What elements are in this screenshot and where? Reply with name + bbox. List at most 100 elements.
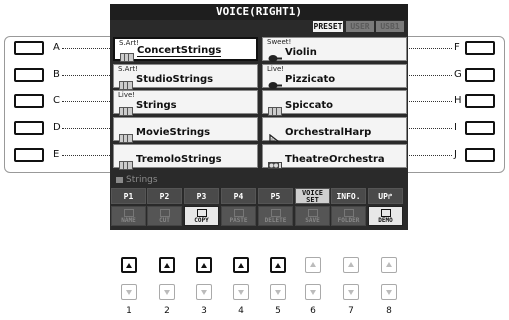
strings-icon <box>268 101 282 116</box>
up-button-3[interactable] <box>196 257 212 273</box>
side-button-h[interactable] <box>465 94 495 108</box>
tab-preset[interactable]: PRESET <box>313 21 343 32</box>
side-button-f[interactable] <box>465 41 495 55</box>
side-letter-h: H <box>454 95 462 106</box>
leader-dots <box>62 101 112 102</box>
up-button-2[interactable] <box>159 257 175 273</box>
down-button-4[interactable] <box>233 284 249 300</box>
side-letter-b: B <box>53 69 60 80</box>
voice-cell-left-1[interactable]: S.Art! ConcertStrings <box>113 37 258 62</box>
side-button-e[interactable] <box>14 148 44 162</box>
side-button-g[interactable] <box>465 68 495 82</box>
function-button-4[interactable]: P4 <box>221 188 256 204</box>
edit-button-cut[interactable]: CUT <box>147 206 182 226</box>
voice-cell-left-5[interactable]: TremoloStrings <box>113 144 258 170</box>
down-triangle-icon <box>275 290 281 295</box>
up-button-5[interactable] <box>270 257 286 273</box>
down-button-6[interactable] <box>305 284 321 300</box>
button-number: 5 <box>275 306 281 316</box>
voice-cell-right-3[interactable]: Spiccato <box>262 90 407 116</box>
function-label: P1 <box>123 192 134 201</box>
voice-name: TremoloStrings <box>136 154 222 165</box>
down-triangle-icon <box>348 290 354 295</box>
function-label: VOICE SET <box>301 189 324 204</box>
leader-dots <box>406 128 452 129</box>
side-button-j[interactable] <box>465 148 495 162</box>
up-button-4[interactable] <box>233 257 249 273</box>
folder-square-icon <box>116 177 123 183</box>
voice-cell-right-1[interactable]: Sweet! Violin <box>262 37 407 62</box>
edit-label: DELETE <box>264 217 287 224</box>
side-button-i[interactable] <box>465 121 495 135</box>
voice-name: ConcertStrings <box>137 45 222 57</box>
up-triangle-icon <box>164 263 170 268</box>
edit-button-folder[interactable]: FOLDER <box>331 206 366 226</box>
leader-dots <box>406 155 452 156</box>
button-number: 7 <box>348 306 354 316</box>
voice-name: Violin <box>285 47 317 58</box>
edit-button-copy[interactable]: COPY <box>184 206 219 226</box>
function-button-5[interactable]: P5 <box>258 188 293 204</box>
leader-dots <box>406 75 452 76</box>
up-triangle-icon <box>126 263 132 268</box>
up-triangle-icon <box>275 263 281 268</box>
down-triangle-icon <box>238 290 244 295</box>
function-label: P4 <box>233 192 244 201</box>
voice-cell-right-5[interactable]: TheatreOrchestra <box>262 144 407 169</box>
leader-dots <box>62 48 112 49</box>
function-label: P3 <box>196 192 207 201</box>
down-button-5[interactable] <box>270 284 286 300</box>
function-button-3[interactable]: P3 <box>184 188 219 204</box>
leader-dots <box>62 155 112 156</box>
orchestra-icon <box>268 155 282 169</box>
edit-button-delete[interactable]: DELETE <box>258 206 293 226</box>
up-triangle-icon <box>201 263 207 268</box>
edit-button-paste[interactable]: PASTE <box>221 206 256 226</box>
up-button-6[interactable] <box>305 257 321 273</box>
voice-cell-right-2[interactable]: Live! Pizzicato <box>262 64 407 89</box>
function-label: INFO. <box>336 192 361 201</box>
voice-cell-left-4[interactable]: MovieStrings <box>113 117 258 143</box>
voice-category-tag: Live! <box>267 65 285 73</box>
edit-label: FOLDER <box>337 217 360 224</box>
up-triangle-icon <box>238 263 244 268</box>
side-button-d[interactable] <box>14 121 44 135</box>
edit-label: DEMO <box>378 217 393 224</box>
side-letter-c: C <box>53 95 60 106</box>
edit-button-name[interactable]: NAME <box>111 206 146 226</box>
voice-cell-left-3[interactable]: Live! Strings <box>113 90 258 116</box>
up-button-7[interactable] <box>343 257 359 273</box>
tab-usb1[interactable]: USB1 <box>376 21 404 32</box>
voice-cell-right-4[interactable]: OrchestralHarp <box>262 117 407 143</box>
down-button-1[interactable] <box>121 284 137 300</box>
function-button-6[interactable]: VOICE SET <box>295 188 330 204</box>
down-button-7[interactable] <box>343 284 359 300</box>
tab-user[interactable]: USER <box>346 21 374 32</box>
down-button-8[interactable] <box>381 284 397 300</box>
leader-dots <box>62 75 112 76</box>
voice-name: Strings <box>136 100 177 111</box>
up-button-8[interactable] <box>381 257 397 273</box>
function-label: P2 <box>159 192 170 201</box>
edit-button-save[interactable]: SAVE <box>295 206 330 226</box>
side-letter-f: F <box>454 42 460 53</box>
side-button-c[interactable] <box>14 94 44 108</box>
side-button-b[interactable] <box>14 68 44 82</box>
violin-icon <box>268 48 282 62</box>
side-button-a[interactable] <box>14 41 44 55</box>
down-button-3[interactable] <box>196 284 212 300</box>
strings-icon <box>119 101 133 116</box>
down-button-2[interactable] <box>159 284 175 300</box>
button-number: 6 <box>310 306 316 316</box>
function-button-7[interactable]: INFO. <box>331 188 366 204</box>
edit-label: COPY <box>194 217 209 224</box>
voice-cell-left-2[interactable]: S.Art! StudioStrings <box>113 64 258 90</box>
function-button-1[interactable]: P1 <box>111 188 146 204</box>
button-number: 8 <box>386 306 392 316</box>
function-button-8[interactable]: UP↱ <box>368 188 403 204</box>
leader-dots <box>62 128 112 129</box>
edit-button-demo[interactable]: DEMO <box>368 206 403 226</box>
function-button-2[interactable]: P2 <box>147 188 182 204</box>
strings-icon <box>119 128 133 143</box>
up-button-1[interactable] <box>121 257 137 273</box>
